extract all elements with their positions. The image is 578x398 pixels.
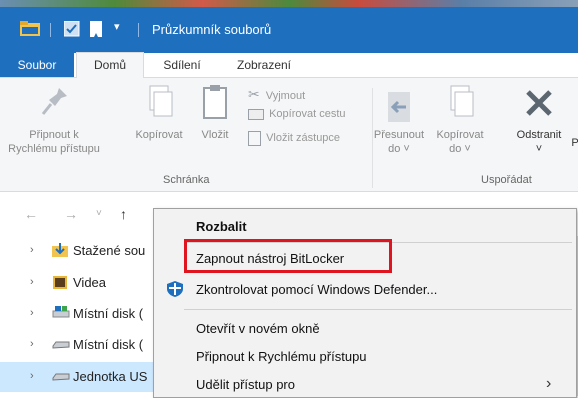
move-to-button[interactable]: Přesunout do ˅ [372, 90, 426, 156]
tab-view[interactable]: Zobrazení [224, 53, 304, 77]
copy-path-button[interactable]: Kopírovat cestu [248, 108, 346, 120]
folder-icon [20, 21, 40, 40]
video-folder-icon [52, 274, 68, 290]
menu-item-grant-access[interactable]: Udělit přístup pro › [154, 370, 576, 398]
copy-icon [128, 84, 190, 128]
window-title: Průzkumník souborů [152, 22, 272, 37]
copy-to-icon [430, 84, 490, 128]
tree-item-label: Videa [73, 275, 107, 290]
chevron-right-icon[interactable]: › [30, 276, 34, 288]
menu-item-label: Připnout k Rychlému přístupu [196, 349, 367, 364]
ribbon: Připnout k Rychlému přístupu Kopírovat V… [0, 78, 578, 192]
menu-item-pin-quick-access[interactable]: Připnout k Rychlému přístupu [154, 342, 576, 370]
menu-item-open-new-window[interactable]: Otevřít v novém okně [154, 314, 576, 342]
paste-shortcut-label: Vložit zástupce [266, 132, 341, 145]
delete-label: Odstranit [516, 129, 562, 141]
submenu-arrow-icon: › [546, 375, 552, 392]
menu-separator [184, 309, 572, 310]
copy-button[interactable]: Kopírovat [128, 84, 190, 142]
new-folder-icon[interactable] [90, 21, 104, 40]
paste-shortcut-icon [248, 131, 261, 146]
group-label-clipboard: Schránka [163, 174, 210, 186]
chevron-right-icon[interactable]: › [30, 338, 34, 350]
context-menu: Rozbalit Zapnout nástroj BitLocker Zkont… [153, 208, 577, 398]
pin-quick-access-button[interactable]: Připnout k Rychlému přístupu [4, 84, 104, 156]
paste-button[interactable]: Vložit [193, 84, 237, 142]
menu-item-label: Otevřít v novém okně [196, 321, 320, 336]
move-to-label: Přesunout do ˅ [373, 129, 425, 155]
paste-label: Vložit [201, 129, 229, 141]
up-icon[interactable]: ↑ [120, 206, 127, 222]
paste-icon [193, 84, 237, 128]
tree-item-label: Místní disk ( [73, 306, 144, 321]
copy-to-label: Kopírovat do ˅ [436, 129, 484, 155]
pin-icon [4, 84, 104, 128]
tree-item-label: Jednotka US [73, 369, 148, 384]
title-bar: ▾ Průzkumník souborů [0, 7, 578, 53]
back-icon[interactable]: ← [24, 206, 38, 222]
tree-item-label: Místní disk ( [73, 337, 144, 352]
recent-locations-icon[interactable]: ˅ [96, 208, 102, 219]
copy-path-label: Kopírovat cestu [269, 108, 346, 120]
move-to-icon [372, 90, 426, 128]
cut-button[interactable]: ✂ Vyjmout [248, 86, 305, 103]
pin-label: Připnout k Rychlému přístupu [8, 129, 100, 155]
separator [50, 23, 51, 37]
tree-item-label: Stažené sou [73, 243, 146, 258]
download-folder-icon [52, 242, 68, 258]
menu-item-expand[interactable]: Rozbalit [154, 212, 576, 240]
local-disk-icon [52, 305, 70, 321]
menu-item-defender-scan[interactable]: Zkontrolovat pomocí Windows Defender... [154, 275, 576, 303]
highlight-box [184, 239, 392, 273]
rename-label: P [571, 137, 578, 149]
paste-shortcut-button[interactable]: Vložit zástupce [248, 131, 340, 146]
copy-path-icon [248, 108, 264, 120]
delete-dropdown-icon[interactable]: ˅ [508, 142, 570, 156]
separator [138, 23, 139, 37]
background-strip [0, 0, 578, 7]
chevron-right-icon[interactable]: › [30, 370, 34, 382]
rename-button[interactable]: P [570, 136, 578, 150]
delete-button[interactable]: Odstranit ˅ [508, 84, 570, 156]
cut-label: Vyjmout [265, 90, 306, 102]
ribbon-tabs: Soubor Domů Sdílení Zobrazení [0, 52, 578, 79]
customize-quick-access-icon[interactable]: ▾ [114, 20, 120, 33]
usb-drive-icon [52, 368, 70, 384]
scissors-icon: ✂ [248, 86, 260, 102]
group-label-organize: Uspořádat [481, 174, 532, 186]
copy-to-button[interactable]: Kopírovat do ˅ [430, 84, 490, 156]
tab-share[interactable]: Sdílení [150, 53, 214, 77]
chevron-right-icon[interactable]: › [30, 307, 34, 319]
menu-item-label: Rozbalit [196, 219, 247, 234]
properties-icon[interactable] [63, 20, 80, 40]
chevron-right-icon[interactable]: › [30, 244, 34, 256]
menu-item-label: Zkontrolovat pomocí Windows Defender... [196, 282, 438, 297]
forward-icon[interactable]: → [64, 206, 78, 222]
delete-icon [508, 84, 570, 128]
tab-file[interactable]: Soubor [0, 53, 74, 77]
defender-shield-icon [166, 280, 184, 301]
drive-icon [52, 336, 70, 352]
tab-home[interactable]: Domů [76, 52, 144, 79]
copy-label: Kopírovat [135, 129, 183, 141]
menu-item-label: Udělit přístup pro [196, 377, 295, 392]
